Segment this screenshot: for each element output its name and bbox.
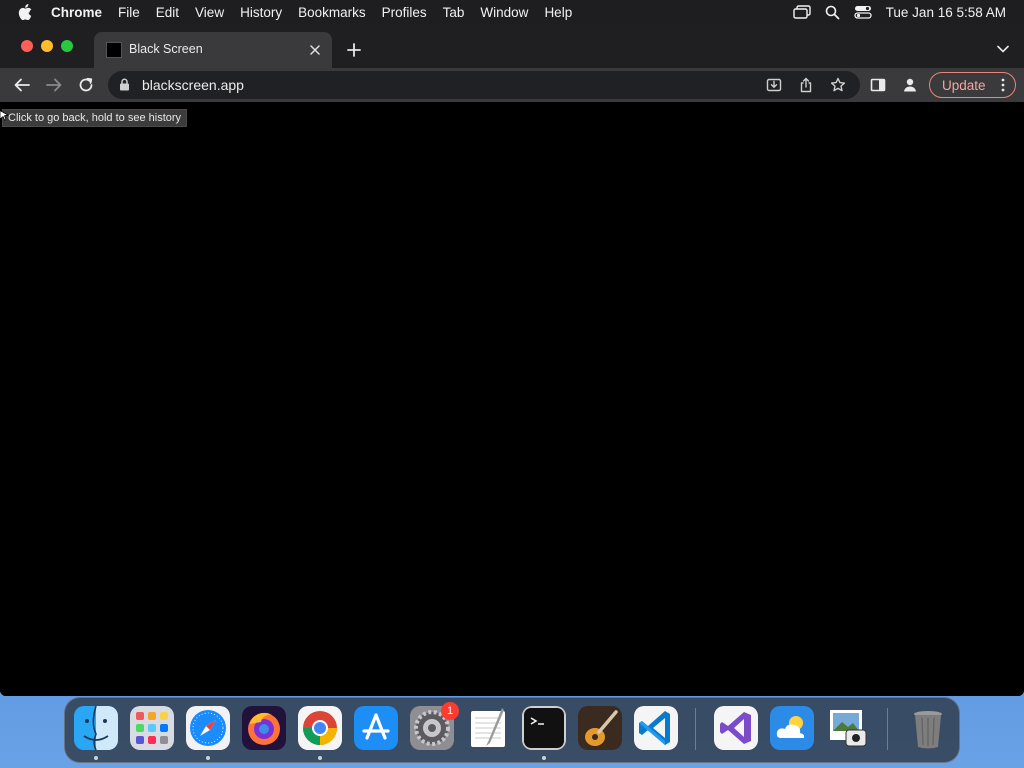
running-indicator: [542, 756, 546, 760]
menu-tab[interactable]: Tab: [443, 5, 465, 20]
dock: [64, 697, 960, 763]
menu-help[interactable]: Help: [544, 5, 572, 20]
browser-toolbar: blackscreen.app Update: [0, 68, 1024, 102]
dock-safari[interactable]: [186, 706, 230, 750]
running-indicator: [318, 756, 322, 760]
dock-firefox[interactable]: [242, 706, 286, 750]
menu-edit[interactable]: Edit: [156, 5, 179, 20]
textedit-icon: [471, 708, 505, 747]
safari-icon: [186, 706, 230, 750]
screen-mirroring-icon[interactable]: [792, 5, 811, 19]
update-button[interactable]: Update: [929, 72, 1016, 98]
dock-garageband[interactable]: [578, 706, 622, 750]
dock-trash[interactable]: [906, 706, 950, 750]
share-icon[interactable]: [796, 75, 816, 95]
menu-app-name[interactable]: Chrome: [51, 5, 102, 20]
terminal-icon: [522, 706, 566, 750]
menu-file[interactable]: File: [118, 5, 140, 20]
tab-strip: Black Screen: [0, 24, 1024, 68]
more-options-icon[interactable]: [999, 78, 1007, 92]
menu-history[interactable]: History: [240, 5, 282, 20]
running-indicator: [206, 756, 210, 760]
visual-studio-icon: [714, 706, 758, 750]
dock-terminal[interactable]: [522, 706, 566, 750]
dock-textedit[interactable]: [466, 706, 510, 750]
trash-icon: [914, 711, 942, 749]
new-tab-icon[interactable]: [344, 40, 364, 60]
dock-launchpad[interactable]: [130, 706, 174, 750]
guitar-icon: [578, 706, 622, 750]
back-button-tooltip: Click to go back, hold to see history: [2, 109, 188, 127]
address-url[interactable]: blackscreen.app: [142, 77, 244, 93]
dock-preview[interactable]: [826, 706, 870, 750]
page-content-black-screen[interactable]: [0, 102, 1024, 696]
dock-app-store[interactable]: [354, 706, 398, 750]
menu-bar: Chrome File Edit View History Bookmarks …: [0, 0, 1024, 24]
dock-divider: [695, 708, 696, 750]
menu-profiles[interactable]: Profiles: [382, 5, 427, 20]
dock-visual-studio[interactable]: [714, 706, 758, 750]
dock-finder[interactable]: [74, 706, 118, 750]
browser-window: Black Screen blackscreen.app Update Clic…: [0, 24, 1024, 696]
side-panel-icon[interactable]: [866, 73, 890, 97]
notification-badge: 1: [441, 702, 459, 720]
firefox-icon: [242, 706, 286, 750]
running-indicator: [94, 756, 98, 760]
apple-menu-icon[interactable]: [18, 4, 34, 20]
reload-icon[interactable]: [74, 73, 98, 97]
window-close-button[interactable]: [21, 40, 33, 52]
chrome-icon: [298, 706, 342, 750]
bookmark-star-icon[interactable]: [828, 75, 848, 95]
install-app-icon[interactable]: [764, 75, 784, 95]
dock-vscode[interactable]: [634, 706, 678, 750]
menu-window[interactable]: Window: [480, 5, 528, 20]
tab-title: Black Screen: [129, 42, 203, 56]
window-minimize-button[interactable]: [41, 40, 53, 52]
tab-black-screen[interactable]: Black Screen: [94, 32, 332, 68]
launchpad-icon: [130, 706, 174, 750]
app-store-icon: [354, 706, 398, 750]
dock-divider: [887, 708, 888, 750]
lock-icon[interactable]: [119, 78, 130, 96]
tab-favicon-icon: [106, 42, 122, 58]
spotlight-search-icon[interactable]: [825, 5, 840, 20]
preview-icon: [830, 710, 867, 747]
tab-search-chevron-icon[interactable]: [996, 42, 1010, 56]
address-bar[interactable]: blackscreen.app: [108, 71, 860, 99]
finder-icon: [74, 706, 118, 750]
menu-bookmarks[interactable]: Bookmarks: [298, 5, 366, 20]
control-center-icon[interactable]: [854, 5, 872, 19]
mouse-cursor-icon: [0, 108, 10, 126]
vscode-icon: [634, 706, 678, 750]
back-arrow-icon[interactable]: [10, 73, 34, 97]
weather-icon: [770, 706, 814, 750]
profile-avatar-icon[interactable]: [898, 73, 922, 97]
dock-chrome[interactable]: [298, 706, 342, 750]
window-maximize-button[interactable]: [61, 40, 73, 52]
dock-weather[interactable]: [770, 706, 814, 750]
update-button-label: Update: [942, 77, 986, 93]
menu-clock[interactable]: Tue Jan 16 5:58 AM: [886, 5, 1006, 20]
forward-arrow-icon[interactable]: [42, 73, 66, 97]
tab-close-icon[interactable]: [306, 41, 324, 59]
menu-view[interactable]: View: [195, 5, 224, 20]
